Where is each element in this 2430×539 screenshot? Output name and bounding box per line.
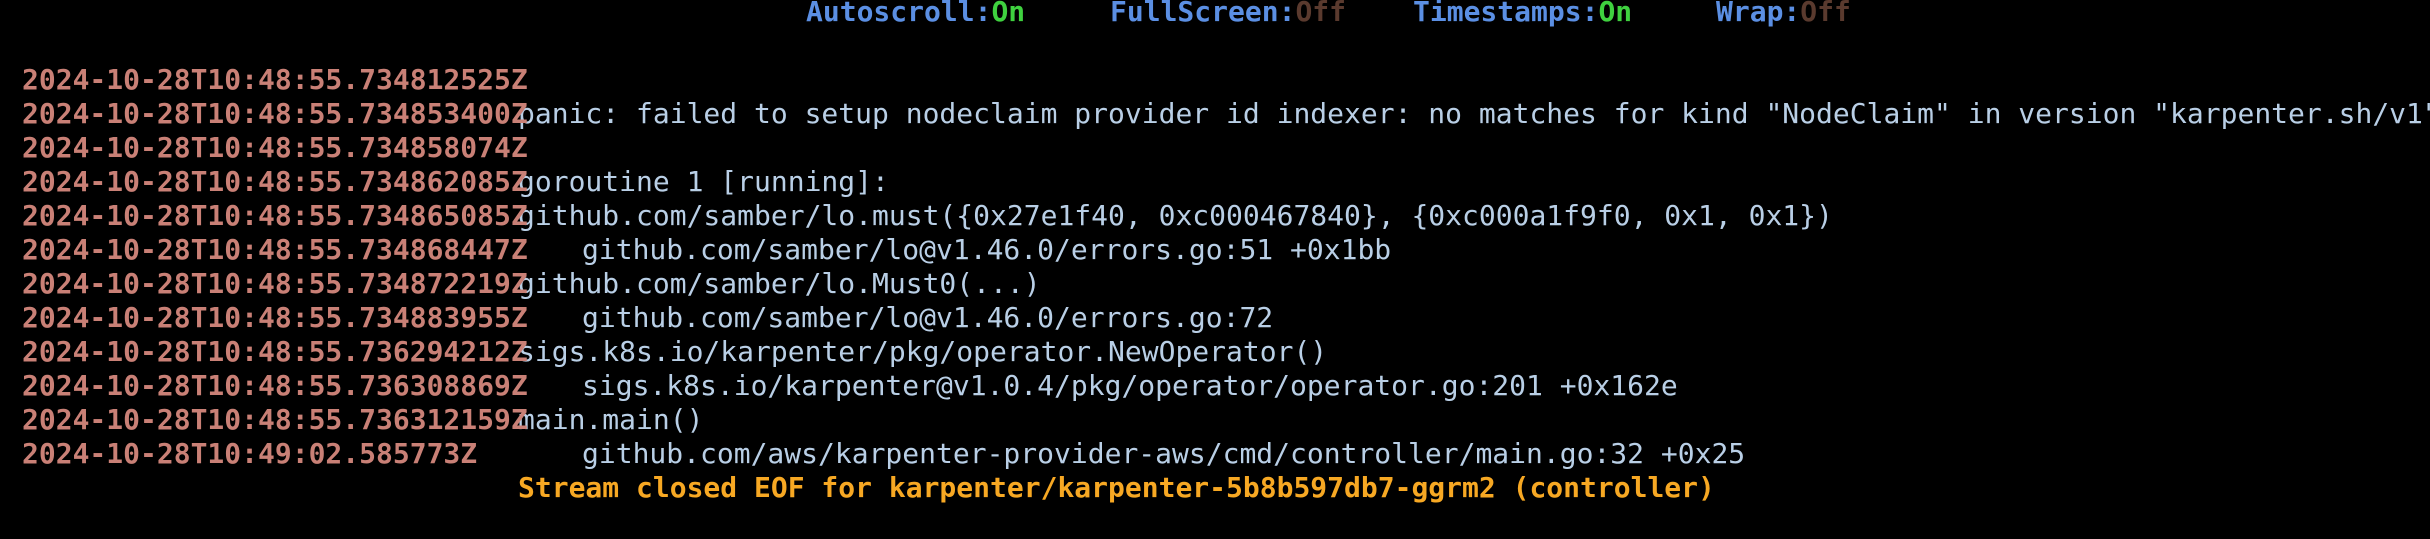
- log-line: 2024-10-28T10:48:55.734868447Z github.co…: [22, 199, 2430, 300]
- log-line: 2024-10-28T10:48:55.734858074Z goroutine…: [22, 97, 2430, 198]
- log-timestamp: 2024-10-28T10:49:02.585773Z: [22, 437, 478, 470]
- autoscroll-label: Autoscroll:: [806, 0, 992, 28]
- log-line: 2024-10-28T10:48:55.736308869Z main.main…: [22, 335, 2430, 436]
- log-line: 2024-10-28T10:48:55.736294212Z sigs.k8s.…: [22, 301, 2430, 402]
- wrap-toggle[interactable]: Wrap:Off: [1716, 0, 1851, 26]
- log-line: 2024-10-28T10:48:55.734865085Z github.co…: [22, 165, 2430, 266]
- log-line: 2024-10-28T10:48:55.736312159Z github.co…: [22, 369, 2430, 470]
- autoscroll-toggle[interactable]: Autoscroll:On: [806, 0, 1025, 26]
- wrap-label: Wrap:: [1716, 0, 1801, 28]
- fullscreen-value: Off: [1295, 0, 1347, 28]
- timestamps-value: On: [1598, 0, 1633, 28]
- stream-closed-message: Stream closed EOF for karpenter/karpente…: [518, 471, 1715, 504]
- log-line: 2024-10-28T10:48:55.734812525Z panic: fa…: [22, 29, 2430, 130]
- timestamps-label: Timestamps:: [1413, 0, 1599, 28]
- log-message: github.com/aws/karpenter-provider-aws/cm…: [582, 437, 1746, 470]
- log-line: 2024-10-28T10:48:55.734862085Z github.co…: [22, 131, 2430, 232]
- autoscroll-value: On: [991, 0, 1026, 28]
- log-line: 2024-10-28T10:49:02.585773Z Stream close…: [22, 403, 2430, 504]
- log-output[interactable]: 2024-10-28T10:48:55.734812525Z panic: fa…: [22, 29, 2430, 504]
- log-line: 2024-10-28T10:48:55.734883955Z sigs.k8s.…: [22, 267, 2430, 368]
- wrap-value: Off: [1800, 0, 1851, 28]
- fullscreen-label: FullScreen:: [1110, 0, 1296, 28]
- log-view-status-bar: Autoscroll:On FullScreen:Off Timestamps:…: [0, 0, 2430, 30]
- log-line: 2024-10-28T10:48:55.734872219Z github.co…: [22, 233, 2430, 334]
- log-line: 2024-10-28T10:48:55.734853400Z: [22, 63, 2430, 130]
- timestamps-toggle[interactable]: Timestamps:On: [1413, 0, 1632, 26]
- fullscreen-toggle[interactable]: FullScreen:Off: [1110, 0, 1346, 26]
